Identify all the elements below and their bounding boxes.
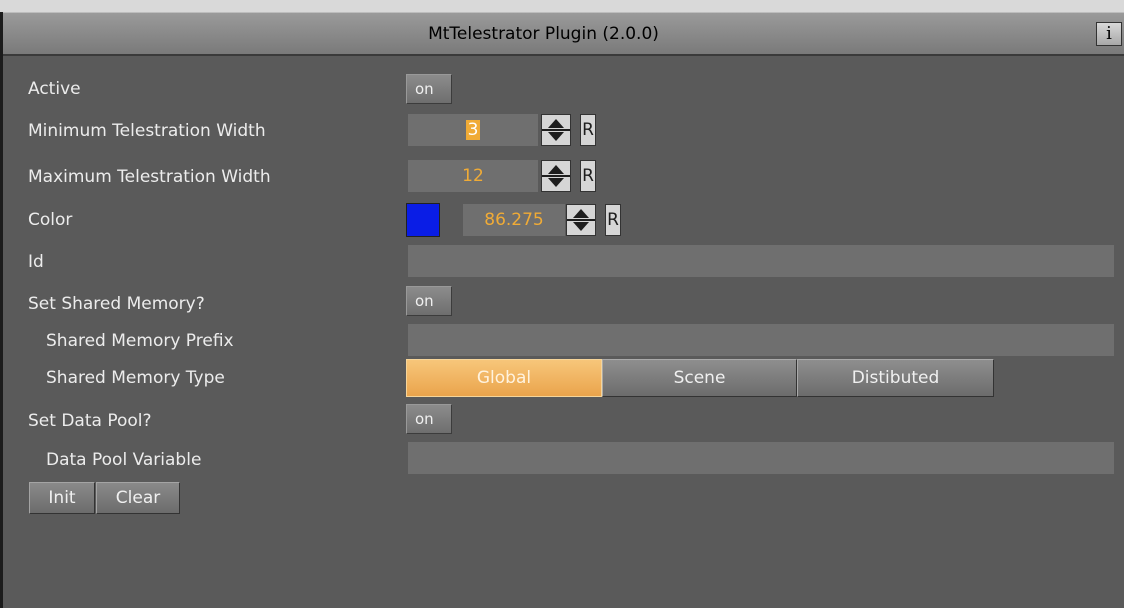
min-width-label: Minimum Telestration Width (28, 121, 266, 141)
max-width-spinner[interactable] (541, 160, 571, 192)
spin-down-icon[interactable] (573, 222, 589, 231)
spin-down-icon[interactable] (548, 178, 564, 187)
clear-button[interactable]: Clear (96, 482, 180, 514)
color-reset-button[interactable]: R (605, 204, 621, 236)
active-label: Active (28, 79, 81, 99)
set-shared-memory-label: Set Shared Memory? (28, 294, 205, 314)
spin-down-icon[interactable] (548, 132, 564, 141)
shared-memory-type-scene[interactable]: Scene (602, 359, 797, 397)
max-width-reset-button[interactable]: R (580, 160, 596, 192)
id-field[interactable] (408, 245, 1114, 277)
shared-memory-type-distributed[interactable]: Distibuted (797, 359, 994, 397)
info-button[interactable]: i (1096, 22, 1122, 46)
set-data-pool-toggle[interactable]: on (406, 404, 452, 434)
active-toggle[interactable]: on (406, 74, 452, 104)
spin-up-icon[interactable] (573, 209, 589, 218)
data-pool-variable-field[interactable] (408, 442, 1114, 474)
color-label: Color (28, 210, 73, 230)
spin-up-icon[interactable] (548, 119, 564, 128)
init-button[interactable]: Init (29, 482, 95, 514)
min-width-reset-button[interactable]: R (580, 114, 596, 146)
min-width-value: 3 (465, 120, 481, 140)
data-pool-variable-label: Data Pool Variable (46, 450, 202, 470)
spin-up-icon[interactable] (548, 165, 564, 174)
max-width-label: Maximum Telestration Width (28, 167, 271, 187)
color-swatch[interactable] (406, 203, 440, 237)
shared-memory-prefix-field[interactable] (408, 324, 1114, 356)
plugin-title-bar: MtTelestrator Plugin (2.0.0) i (3, 12, 1124, 56)
window-top-strip (0, 0, 1124, 12)
set-shared-memory-toggle[interactable]: on (406, 286, 452, 316)
color-spinner[interactable] (566, 204, 596, 236)
plugin-title: MtTelestrator Plugin (2.0.0) (428, 24, 659, 44)
min-width-spinner[interactable] (541, 114, 571, 146)
max-width-field[interactable]: 12 (408, 160, 538, 192)
set-data-pool-label: Set Data Pool? (28, 411, 152, 431)
shared-memory-type-global[interactable]: Global (406, 359, 602, 397)
shared-memory-type-label: Shared Memory Type (46, 368, 225, 388)
id-label: Id (28, 252, 44, 272)
min-width-field[interactable]: 3 (408, 114, 538, 146)
color-alpha-field[interactable]: 86.275 (463, 204, 565, 236)
shared-memory-prefix-label: Shared Memory Prefix (46, 331, 234, 351)
